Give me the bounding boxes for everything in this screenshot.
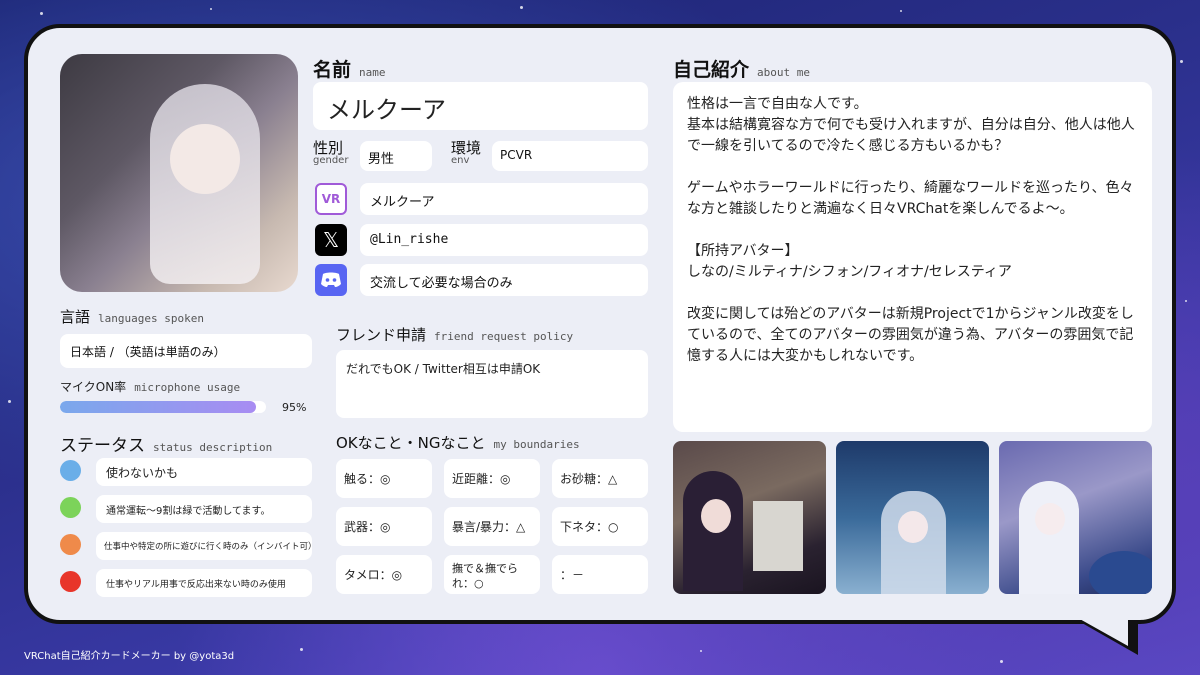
status-label: ステータス status description	[60, 436, 273, 456]
name-value: メルクーア	[313, 82, 648, 130]
boundary-item: 武器：◎	[336, 507, 432, 546]
boundary-item: ：－	[552, 555, 648, 594]
avatar-thumbnail-1	[673, 441, 826, 594]
status-text-red: 仕事やリアル用事で反応出来ない時のみ使用	[96, 569, 312, 597]
status-dot-red	[60, 571, 81, 592]
about-blank	[687, 157, 1138, 178]
boundary-item: 近距離：◎	[444, 459, 540, 498]
status-text-green: 通常運転〜9割は緑で活動してます。	[96, 495, 312, 523]
twitter-value: @Lin_rishe	[360, 224, 648, 256]
mic-progress-bar	[60, 401, 266, 413]
about-label: 自己紹介 about me	[673, 59, 810, 81]
x-twitter-icon: 𝕏	[315, 224, 347, 256]
avatar-image	[60, 54, 298, 292]
mic-progress-fill	[60, 401, 256, 413]
about-line: 【所持アバター】	[687, 243, 799, 259]
about-line: 改変に関しては殆どのアバターは新規Projectで1からジャンル改変をしているの…	[687, 306, 1134, 364]
boundary-item: タメロ：◎	[336, 555, 432, 594]
boundary-item: 触る：◎	[336, 459, 432, 498]
status-dot-blue	[60, 460, 81, 481]
boundary-item: 下ネタ：○	[552, 507, 648, 546]
env-value: PCVR	[492, 141, 648, 171]
env-label: 環境 env	[451, 139, 482, 166]
status-text-orange: 仕事中や特定の所に遊びに行く時のみ（インバイト可）	[96, 532, 317, 560]
boundaries-label: OKなこと・NGなこと my boundaries	[336, 434, 580, 452]
boundary-item: 暴言/暴力：△	[444, 507, 540, 546]
status-dot-green	[60, 497, 81, 518]
boundary-item: お砂糖：△	[552, 459, 648, 498]
speech-bubble-tail-inner	[1078, 618, 1128, 646]
status-dot-orange	[60, 534, 81, 555]
avatar-thumbnail-2	[836, 441, 989, 594]
about-line: 性格は一言で自由な人です。	[687, 96, 868, 112]
friend-request-label: フレンド申請 friend request policy	[336, 326, 574, 344]
name-label: 名前 name	[313, 59, 386, 81]
vrchat-value: メルクーア	[360, 183, 648, 215]
gender-label: 性別 gender	[313, 139, 349, 166]
avatar-thumbnail-3	[999, 441, 1152, 594]
about-blank	[687, 220, 1138, 241]
mic-label: マイクON率 microphone usage	[60, 380, 241, 394]
mic-percent: 95%	[282, 401, 307, 414]
discord-value: 交流して必要な場合のみ	[360, 264, 648, 296]
about-line: ゲームやホラーワールドに行ったり、綺麗なワールドを巡ったり、色々な方と雑談したり…	[687, 180, 1134, 217]
about-line: 基本は結構寛容な方で何でも受け入れますが、自分は自分、他人は他人で一線を引いてる…	[687, 117, 1135, 154]
gender-value: 男性	[360, 141, 432, 171]
vrchat-icon: VR	[315, 183, 347, 215]
languages-label: 言語 languages spoken	[60, 308, 204, 326]
discord-icon	[315, 264, 347, 296]
footer-credit: VRChat自己紹介カードメーカー by @yota3d	[24, 651, 235, 662]
boundary-item: 撫で＆撫でられ：○	[444, 555, 540, 594]
about-text: 性格は一言で自由な人です。 基本は結構寛容な方で何でも受け入れますが、自分は自分…	[673, 82, 1152, 432]
about-line: しなの/ミルティナ/シフォン/フィオナ/セレスティア	[687, 264, 1012, 280]
status-text-blue: 使わないかも	[96, 458, 312, 486]
about-blank	[687, 283, 1138, 304]
friend-request-value: だれでもOK / Twitter相互は申請OK	[336, 350, 648, 418]
languages-value: 日本語 / （英語は単語のみ）	[60, 334, 312, 368]
